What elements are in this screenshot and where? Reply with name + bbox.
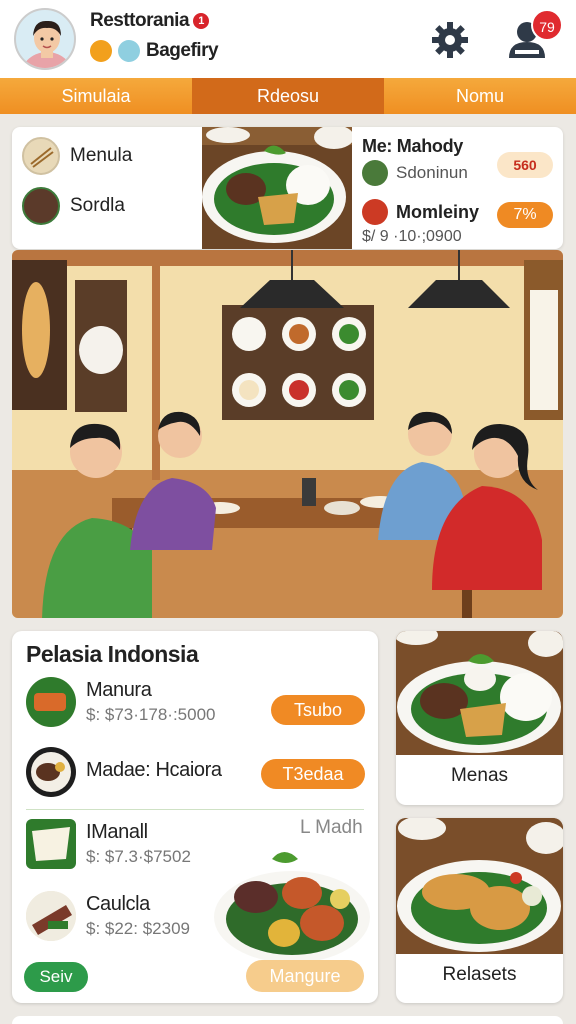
info-row-1: Sdoninun bbox=[362, 160, 468, 186]
restaurant-illustration bbox=[12, 250, 563, 618]
dish-icon bbox=[22, 187, 60, 225]
info-row-text: Momleiny bbox=[396, 201, 480, 222]
side-card-label: Relasets bbox=[442, 964, 517, 985]
notification-badge[interactable]: 79 bbox=[531, 9, 563, 41]
tab-rdeosu[interactable]: Rdeosu bbox=[192, 78, 384, 114]
app-header: Resttorania 1 Bagefiry 79 bbox=[0, 0, 576, 78]
item-name: Caulcla bbox=[86, 893, 150, 915]
side-card-relasets[interactable]: Relasets bbox=[396, 818, 563, 1003]
app-subtitle: Bagefiry bbox=[146, 40, 219, 61]
title-badge: 1 bbox=[193, 13, 210, 29]
discount-badge[interactable]: 7% bbox=[497, 202, 553, 228]
dish-thumb bbox=[26, 747, 76, 797]
tab-nomu[interactable]: Nomu bbox=[384, 78, 576, 114]
side-card-label: Menas bbox=[450, 765, 509, 786]
item-name: Madae: Hcaiora bbox=[86, 759, 222, 781]
app-title-text: Resttorania bbox=[90, 10, 190, 31]
price-badge: 560 bbox=[497, 152, 553, 178]
dish-thumb bbox=[26, 891, 76, 941]
menu-item-sordla[interactable]: Sordla bbox=[22, 186, 125, 226]
vegetable-icon bbox=[362, 160, 388, 186]
item-action-button[interactable]: T3edaa bbox=[261, 759, 365, 789]
next-card-edge bbox=[12, 1016, 563, 1024]
dish-thumb bbox=[26, 677, 76, 727]
manage-button[interactable]: Mangure bbox=[246, 960, 364, 992]
item-action-button[interactable]: Tsubo bbox=[271, 695, 365, 725]
settings-gear-icon[interactable] bbox=[430, 20, 470, 60]
divider bbox=[26, 809, 364, 810]
chart-icon bbox=[118, 40, 140, 62]
side-card-photo bbox=[396, 631, 563, 755]
dish-photo bbox=[212, 837, 372, 967]
menu-item-label: Sordla bbox=[70, 195, 125, 216]
tab-bar: Simulaia Rdeosu Nomu bbox=[0, 78, 576, 114]
list-item[interactable]: Madae: Hcaiora T3edaa bbox=[26, 745, 366, 801]
menu-item-label: Menula bbox=[70, 145, 133, 166]
save-button[interactable]: Seiv bbox=[24, 962, 88, 992]
item-name: Manura bbox=[86, 679, 152, 701]
side-card-menas[interactable]: Menas bbox=[396, 631, 563, 805]
menu-item-menula[interactable]: Menula bbox=[22, 136, 132, 176]
dish-thumb bbox=[26, 819, 76, 869]
item-name: IManall bbox=[86, 821, 148, 843]
featured-dish-photo[interactable] bbox=[202, 127, 354, 249]
item-price: $: $7.3·$7502 bbox=[86, 847, 191, 866]
tab-simulaia[interactable]: Simulaia bbox=[0, 78, 192, 114]
app-title: Resttorania 1 bbox=[90, 10, 210, 32]
info-row-text: Sdoninun bbox=[396, 163, 468, 182]
user-avatar[interactable] bbox=[14, 8, 76, 70]
menu-list-card: Pelasia Indonsia Manura $: $73·178·:5000… bbox=[12, 631, 378, 1003]
list-item[interactable]: Caulcla $: $22: $2309 bbox=[26, 889, 226, 945]
info-row-2: Momleiny bbox=[362, 199, 479, 225]
list-title: Pelasia Indonsia bbox=[26, 641, 199, 667]
list-item[interactable]: Manura $: $73·178·:5000 Tsubo bbox=[26, 675, 366, 731]
tomato-icon bbox=[362, 199, 388, 225]
info-title: Me: Mahody bbox=[362, 136, 464, 156]
chopsticks-icon bbox=[22, 137, 60, 175]
featured-card: Menula Sordla Me: Mahody Sdoninun Momlei… bbox=[12, 127, 563, 249]
smiley-icon bbox=[90, 40, 112, 62]
side-card-photo bbox=[396, 818, 563, 954]
info-hours: $/ 9 ·10·;0900 bbox=[362, 228, 462, 245]
item-price: $: $22: $2309 bbox=[86, 919, 190, 938]
subtitle-row: Bagefiry bbox=[90, 38, 219, 64]
item-price: $: $73·178·:5000 bbox=[86, 705, 216, 724]
